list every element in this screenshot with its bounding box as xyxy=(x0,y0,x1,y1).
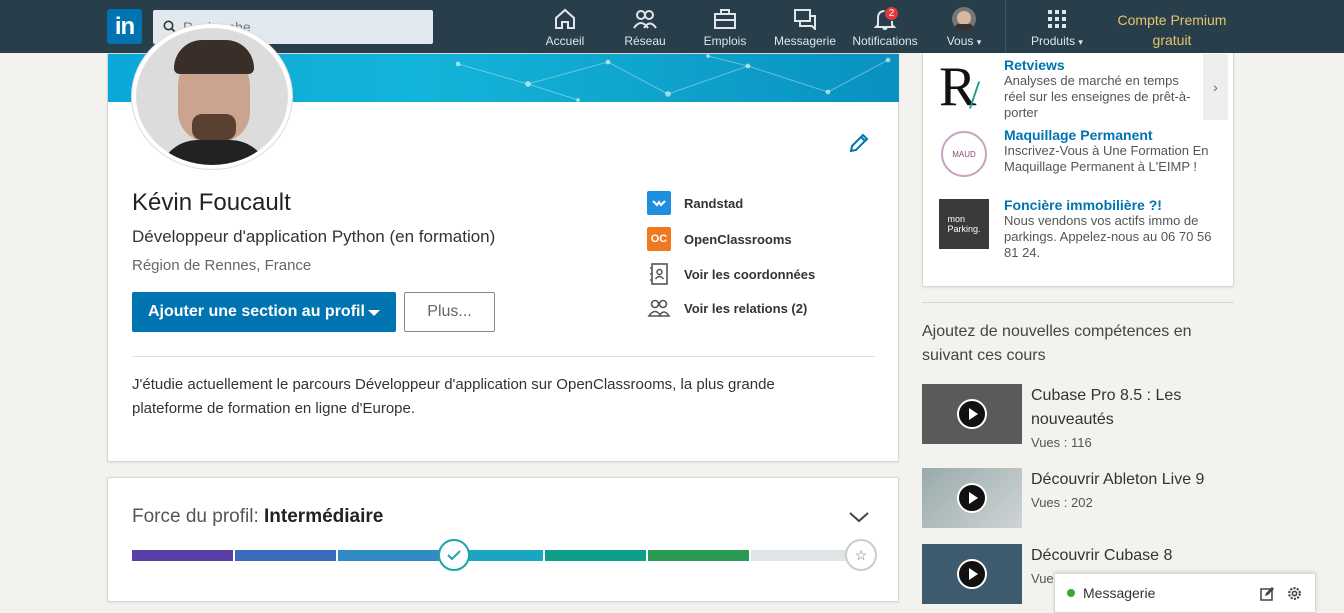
course-views: Vues : 116 xyxy=(1031,435,1092,450)
caret-down-icon: ▾ xyxy=(1078,37,1083,47)
contact-info-link[interactable]: Voir les coordonnées xyxy=(647,262,815,286)
people-icon xyxy=(647,299,671,317)
course-title[interactable]: Découvrir Cubase 8 xyxy=(1031,544,1211,568)
strength-label: Force du profil: xyxy=(132,506,259,527)
profile-summary: J'étudie actuellement le parcours Dévelo… xyxy=(132,376,775,417)
strength-segment xyxy=(235,550,337,561)
avatar-small xyxy=(952,7,976,31)
strength-segment xyxy=(544,550,646,561)
ad-desc: Inscrivez-Vous à Une Formation En Maquil… xyxy=(1004,143,1209,174)
online-status-dot xyxy=(1067,589,1075,597)
play-icon xyxy=(957,559,987,589)
strength-title: Force du profil: Intermédiaire xyxy=(132,506,383,528)
caret-down-icon xyxy=(368,310,380,316)
nav-network[interactable]: Réseau xyxy=(618,0,672,53)
strength-segment xyxy=(338,550,440,561)
home-icon xyxy=(555,8,575,29)
more-button[interactable]: Plus... xyxy=(404,292,495,332)
company-link[interactable]: Randstad xyxy=(647,191,743,215)
nav-home-label: Accueil xyxy=(545,34,585,48)
course-thumbnail[interactable] xyxy=(922,544,1022,604)
ad-desc: Nous vendons vos actifs immo de parkings… xyxy=(1004,213,1212,260)
connections-link[interactable]: Voir les relations (2) xyxy=(647,296,807,320)
course-thumbnail[interactable] xyxy=(922,384,1022,444)
play-icon xyxy=(957,483,987,513)
randstad-logo xyxy=(647,191,671,215)
ad-item[interactable]: R / Retviews Analyses de marché en temps … xyxy=(939,57,1209,123)
course-views: Vue xyxy=(1031,571,1054,586)
messaging-dock[interactable]: Messagerie xyxy=(1054,573,1316,613)
nav-me[interactable]: Vous ▾ xyxy=(940,0,988,53)
nav-network-label: Réseau xyxy=(624,34,666,48)
profile-card: Kévin Foucault Développeur d'application… xyxy=(107,24,899,462)
openclassrooms-logo: OC xyxy=(647,227,671,251)
nav-messaging-label: Messagerie xyxy=(773,34,837,48)
parking-logo: mon Parking. xyxy=(939,199,989,249)
linkedin-logo[interactable]: in xyxy=(107,9,142,44)
compose-icon[interactable] xyxy=(1259,586,1275,602)
nav-messaging[interactable]: Messagerie xyxy=(772,0,838,53)
network-icon xyxy=(633,10,657,29)
briefcase-icon xyxy=(714,9,736,29)
strength-segment xyxy=(647,550,749,561)
strength-segment xyxy=(132,550,234,561)
course-views: Vues : 202 xyxy=(1031,495,1093,510)
add-section-button[interactable]: Ajouter une section au profil xyxy=(132,292,396,332)
strength-check-icon xyxy=(437,539,470,571)
notification-badge: 2 xyxy=(884,6,899,21)
profile-photo[interactable] xyxy=(132,24,292,169)
star-icon: ☆ xyxy=(845,539,877,571)
course-title[interactable]: Cubase Pro 8.5 : Les nouveautés xyxy=(1031,384,1211,432)
nav-notifications-label: Notifications xyxy=(852,34,918,48)
ad-title: Maquillage Permanent xyxy=(1004,127,1153,143)
nav-me-label: Vous xyxy=(946,34,974,48)
school-link[interactable]: OC OpenClassrooms xyxy=(647,227,792,251)
course-thumbnail[interactable] xyxy=(922,468,1022,528)
company-name: Randstad xyxy=(684,195,744,211)
maud-logo: MAUD xyxy=(941,131,987,177)
courses-heading: Ajoutez de nouvelles compétences en suiv… xyxy=(922,323,1192,364)
nav-jobs-label: Emplois xyxy=(703,34,747,48)
ad-item[interactable]: MAUD Maquillage Permanent Inscrivez-Vous… xyxy=(939,127,1219,193)
caret-down-icon: ▾ xyxy=(976,37,982,47)
ad-desc: Analyses de marché en temps réel sur les… xyxy=(1004,73,1191,120)
carousel-next-button[interactable]: › xyxy=(1203,54,1228,120)
chevron-down-icon[interactable] xyxy=(848,510,870,524)
profile-divider xyxy=(132,356,875,357)
ad-item[interactable]: mon Parking. Foncière immobilière ?! Nous… xyxy=(939,197,1219,267)
grid-icon xyxy=(1048,10,1066,28)
nav-notifications[interactable]: Notifications 2 xyxy=(848,0,922,53)
messaging-icon xyxy=(794,9,816,30)
profile-location: Région de Rennes, France xyxy=(132,257,312,274)
connections-label: Voir les relations (2) xyxy=(684,300,808,316)
add-section-label: Ajouter une section au profil xyxy=(148,303,365,320)
profile-headline: Développeur d'application Python (en for… xyxy=(132,227,496,246)
premium-link[interactable]: Compte Premium gratuit xyxy=(1108,10,1236,50)
play-icon xyxy=(957,399,987,429)
settings-gear-icon[interactable] xyxy=(1286,585,1303,602)
strength-level: Intermédiaire xyxy=(264,506,384,527)
ad-title: Retviews xyxy=(1004,57,1065,73)
profile-name: Kévin Foucault xyxy=(132,189,291,216)
edit-pencil-icon[interactable] xyxy=(848,132,870,154)
nav-jobs[interactable]: Emplois xyxy=(697,0,753,53)
retviews-logo: R / xyxy=(939,56,981,118)
rail-divider xyxy=(922,302,1234,303)
ads-card: R / Retviews Analyses de marché en temps … xyxy=(922,53,1234,287)
course-title[interactable]: Découvrir Ableton Live 9 xyxy=(1031,468,1231,492)
strength-segment xyxy=(750,550,852,561)
contact-card-icon xyxy=(650,263,668,285)
profile-strength-card: Force du profil: Intermédiaire ☆ xyxy=(107,477,899,602)
nav-separator xyxy=(1005,0,1006,53)
nav-home[interactable]: Accueil xyxy=(537,0,593,53)
ad-title: Foncière immobilière ?! xyxy=(1004,197,1162,213)
school-name: OpenClassrooms xyxy=(684,231,792,247)
nav-products-label: Produits xyxy=(1031,34,1076,48)
contact-info-label: Voir les coordonnées xyxy=(684,266,816,282)
messaging-dock-label: Messagerie xyxy=(1083,585,1156,601)
nav-products[interactable]: Produits ▾ xyxy=(1025,0,1089,53)
